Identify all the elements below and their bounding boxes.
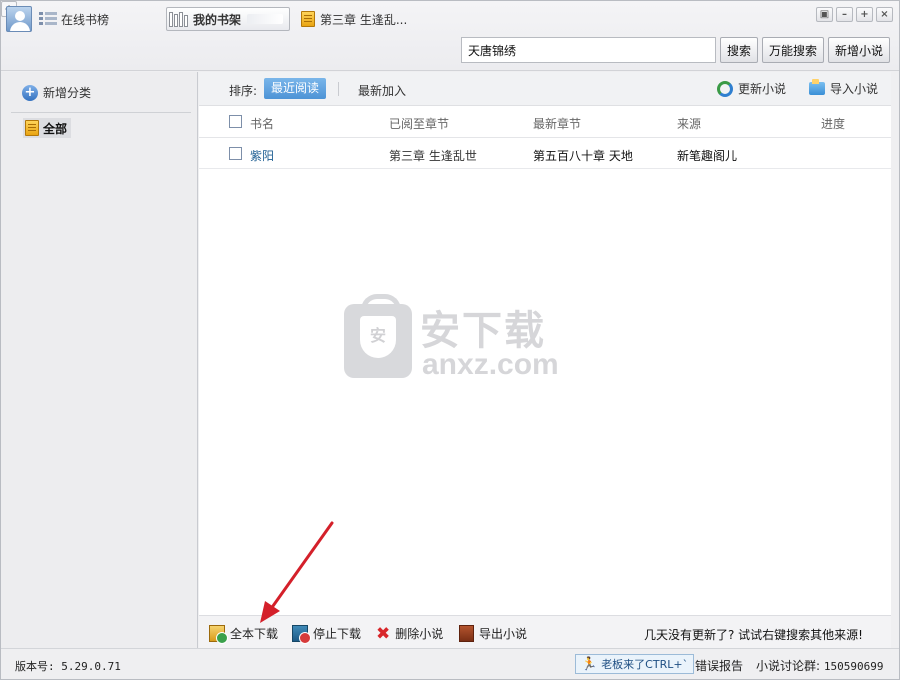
tab-chapter-label: 第三章 生逢乱... xyxy=(320,12,408,27)
sort-recent-added-button[interactable]: 最新加入 xyxy=(358,82,406,99)
sort-bar: 排序: 最近阅读 最新加入 更新小说 导入小说 xyxy=(199,72,891,106)
delete-novel-button[interactable]: ✖ 删除小说 xyxy=(376,625,443,642)
sort-divider xyxy=(338,82,339,96)
full-download-button[interactable]: 全本下载 xyxy=(209,625,279,644)
sidebar-item-all-label: 全部 xyxy=(43,121,68,136)
discussion-group: 小说讨论群: 150590699 xyxy=(756,657,883,674)
top-bar: 在线书榜 我的书架 第三章 生逢乱... + ▣ – + × 搜索 万能搜索 新… xyxy=(1,1,899,71)
minimize-icon[interactable]: – xyxy=(836,7,853,22)
category-sidebar: + 新增分类 全部 xyxy=(1,72,198,648)
column-header-progress[interactable]: 进度 xyxy=(821,115,845,132)
update-tip-text: 几天没有更新了? 试试右键搜索其他来源! xyxy=(644,628,863,642)
sort-label: 排序: xyxy=(229,84,258,98)
column-header-latest[interactable]: 最新章节 xyxy=(533,115,581,132)
read-chapter: 第三章 生逢乱世 xyxy=(389,149,477,163)
list-icon xyxy=(39,11,57,27)
stop-download-label: 停止下载 xyxy=(313,627,362,641)
add-category-button[interactable]: + 新增分类 xyxy=(22,84,91,101)
book-name[interactable]: 紫阳 xyxy=(250,147,274,164)
tab-chapter-reader[interactable]: 第三章 生逢乱... xyxy=(299,7,419,31)
delete-x-icon: ✖ xyxy=(376,623,391,644)
latest-chapter: 第五百八十章 天地 xyxy=(533,149,633,163)
import-novels-button[interactable]: 导入小说 xyxy=(809,79,879,97)
stop-download-icon xyxy=(292,625,311,644)
stop-download-button[interactable]: 停止下载 xyxy=(292,625,362,644)
update-novels-button[interactable]: 更新小说 xyxy=(717,80,786,97)
user-avatar-icon[interactable] xyxy=(6,6,32,32)
export-novel-label: 导出小说 xyxy=(479,627,528,641)
sort-recent-read-button[interactable]: 最近阅读 xyxy=(264,78,327,99)
import-folder-icon xyxy=(809,79,825,95)
tab-my-bookshelf[interactable]: 我的书架 xyxy=(166,7,290,31)
update-novels-label: 更新小说 xyxy=(738,82,787,96)
column-header-name[interactable]: 书名 xyxy=(250,115,274,132)
export-novel-button[interactable]: 导出小说 xyxy=(459,625,527,642)
app-window: 在线书榜 我的书架 第三章 生逢乱... + ▣ – + × 搜索 万能搜索 新… xyxy=(0,0,900,680)
version-text: 版本号: 5.29.0.71 xyxy=(15,660,121,673)
bookshelf-panel: 排序: 最近阅读 最新加入 更新小说 导入小说 书名 已阅至章节 最新章节 来源… xyxy=(199,72,891,648)
universal-search-button[interactable]: 万能搜索 xyxy=(762,37,825,63)
close-icon[interactable]: × xyxy=(876,7,893,22)
tab-online-rank[interactable]: 在线书榜 xyxy=(38,7,158,31)
export-book-icon xyxy=(459,625,474,642)
import-novels-label: 导入小说 xyxy=(830,82,879,96)
window-controls: ▣ – + × xyxy=(816,7,893,22)
bookshelf-icon xyxy=(169,11,189,27)
plus-circle-icon: + xyxy=(22,84,38,101)
sidebar-divider xyxy=(11,112,191,113)
search-row: 搜索 万能搜索 新增小说 xyxy=(461,37,891,63)
table-header: 书名 已阅至章节 最新章节 来源 进度 xyxy=(199,107,891,138)
search-input[interactable] xyxy=(461,37,716,63)
maximize-icon[interactable]: + xyxy=(856,7,873,22)
row-checkbox[interactable] xyxy=(229,147,242,160)
download-icon xyxy=(209,625,228,644)
tab-online-rank-label: 在线书榜 xyxy=(61,12,110,27)
refresh-icon xyxy=(717,80,733,97)
add-novel-button[interactable]: 新增小说 xyxy=(828,37,891,63)
watermark-en-text: anxz.com xyxy=(422,348,559,381)
book-icon xyxy=(301,11,315,27)
discussion-group-label: 小说讨论群: xyxy=(756,659,821,673)
status-bar: 版本号: 5.29.0.71 🏃 老板来了CTRL+` 错误报告 小说讨论群: … xyxy=(1,648,899,679)
sidebar-item-all[interactable]: 全部 xyxy=(23,118,72,138)
full-download-label: 全本下载 xyxy=(230,627,279,641)
column-header-read[interactable]: 已阅至章节 xyxy=(389,115,449,132)
watermark-logo: 安 安下载 anxz.com xyxy=(344,294,559,381)
skin-icon[interactable]: ▣ xyxy=(816,7,833,22)
boss-key-button[interactable]: 🏃 老板来了CTRL+` xyxy=(575,654,695,674)
select-all-checkbox[interactable] xyxy=(229,115,242,128)
add-category-label: 新增分类 xyxy=(43,86,92,100)
running-man-icon: 🏃 xyxy=(581,656,598,672)
delete-novel-label: 删除小说 xyxy=(395,627,444,641)
book-icon xyxy=(25,120,39,136)
search-button[interactable]: 搜索 xyxy=(720,37,759,63)
discussion-group-number: 150590699 xyxy=(823,660,884,673)
shield-icon: 安 xyxy=(360,316,396,358)
book-source: 新笔趣阁儿 xyxy=(677,149,738,163)
column-header-source[interactable]: 来源 xyxy=(677,115,701,132)
error-report-link[interactable]: 错误报告 xyxy=(695,657,743,674)
boss-key-label: 老板来了CTRL+` xyxy=(601,658,689,671)
tab-my-bookshelf-label: 我的书架 xyxy=(193,12,242,27)
table-row[interactable]: 紫阳 第三章 生逢乱世 第五百八十章 天地 新笔趣阁儿 xyxy=(199,139,891,169)
action-bar: 全本下载 停止下载 ✖ 删除小说 导出小说 几天没有更新了? 试试右键搜索其他来… xyxy=(199,615,891,648)
